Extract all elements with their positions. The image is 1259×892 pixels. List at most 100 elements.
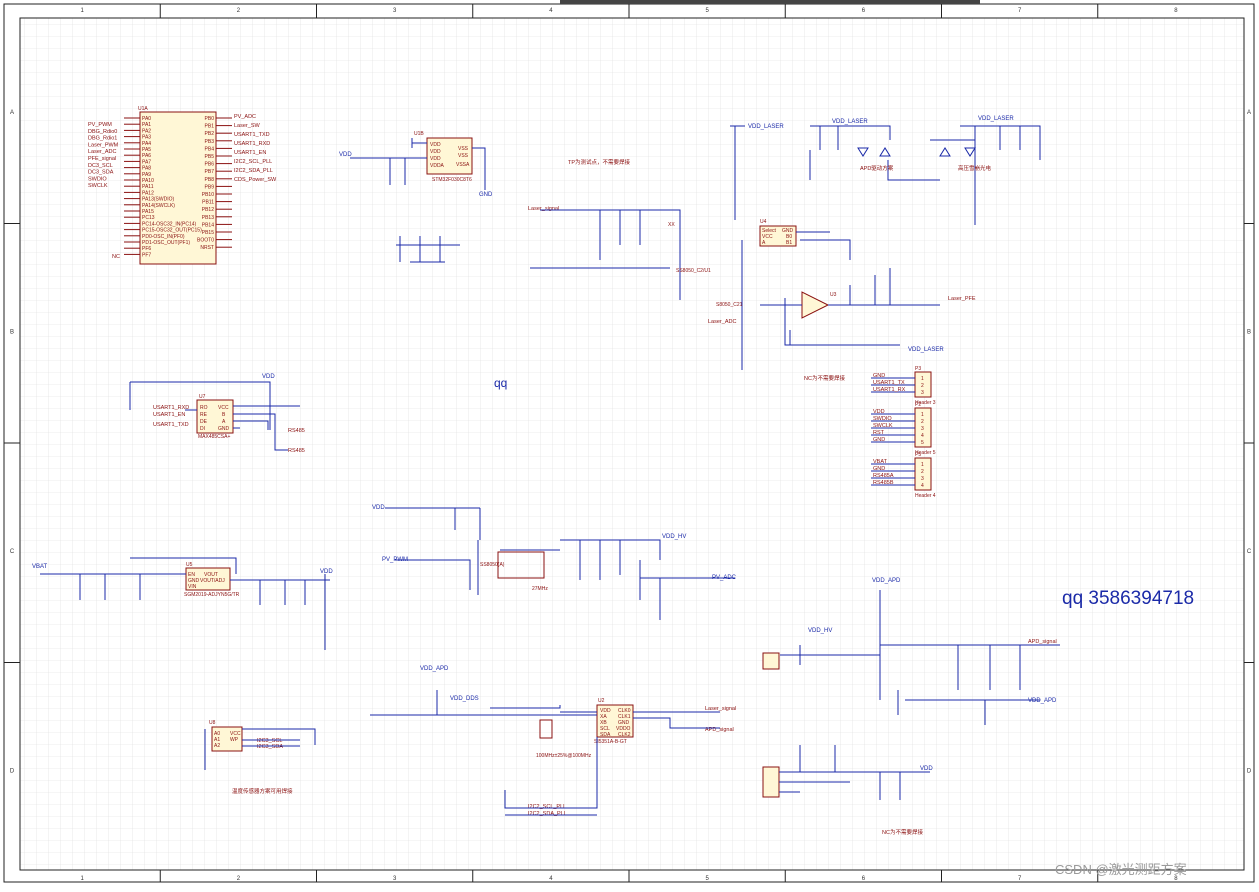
header-net: VDD (873, 409, 885, 415)
header-pin-number: 3 (921, 476, 924, 482)
transistor-label: SS8050(A) (480, 562, 505, 568)
mcu-pin-name: PB0 (205, 116, 215, 122)
mcu-net-label: USART1_RXD (234, 141, 270, 147)
u7-ref: U7 (199, 394, 206, 400)
note-tp: TP为测试点，不需要焊接 (568, 158, 631, 166)
net-vdd-apd: VDD_APD (420, 666, 449, 672)
u5-pin: VIN (188, 584, 197, 590)
mcu-pin-name: PA15 (142, 209, 154, 215)
u1b-part: STM32F030C8T6 (432, 177, 472, 183)
net-pv-pwm: PV_PWM (382, 557, 408, 563)
bav99-label: 27MHz (532, 586, 548, 592)
mcu-pin-name: PA11 (142, 184, 154, 190)
net-vdd: VDD (339, 152, 352, 158)
header-net: VBAT (873, 459, 888, 465)
mcu-net-label: PV_PWM (88, 122, 112, 128)
transistor-label: SS8050_C2/U1 (676, 268, 711, 274)
u5-part: SGM2019-ADJYN5G/TR (184, 592, 240, 598)
u4-ref: U4 (760, 219, 767, 225)
u3-ref: U3 (830, 292, 837, 298)
note-nc: NC为不需要焊接 (804, 374, 845, 382)
net-vdd-apd: VDD_APD (1028, 698, 1057, 704)
net-vdd-dds: VDD_DDS (450, 696, 479, 702)
net-label: I2C2_SDA_PLL (528, 811, 567, 817)
mcu-pin-name: PB4 (205, 146, 215, 152)
u1b-pin: VDD (430, 156, 441, 162)
u5-pin: VOUT/ADJ (200, 578, 225, 584)
u5-ref: U5 (186, 562, 193, 568)
mcu-net-label: SWDIO (88, 176, 107, 182)
mcu-pin-name: PA5 (142, 147, 151, 153)
mcu-net-label: SWCLK (88, 183, 108, 189)
header-net: SWDIO (873, 416, 892, 422)
net-label: Laser_PFE (948, 296, 976, 302)
mcu-pin-name: PB13 (202, 215, 214, 221)
header-pin-number: 4 (921, 433, 924, 439)
u7-pin: DE (200, 419, 208, 425)
net-vdd-hv: VDD_HV (662, 534, 686, 540)
net-vdd: VDD (262, 374, 275, 380)
header-pin-number: 2 (921, 469, 924, 475)
mcu-pin-name: PA9 (142, 172, 151, 178)
u4-pin: B1 (786, 240, 792, 246)
u7-pin: GND (218, 426, 230, 432)
mcu-pin-name: PC14-OSC32_IN(PC14) (142, 221, 197, 227)
mcu-ref: U1A (138, 106, 148, 112)
mcu-pin-name: PA10 (142, 178, 154, 184)
mcu-pin-name: PA2 (142, 128, 151, 134)
mcu-net-label: PFE_signal (88, 156, 116, 162)
crystal-label: 100MHz±25%@100MHz (536, 753, 592, 759)
u8-pin: A2 (214, 743, 220, 749)
mcu-pin-name: PB7 (205, 169, 215, 175)
header-net: GND (873, 437, 885, 443)
u1b-pin: VDD (430, 149, 441, 155)
mcu-net-label: I2C2_SDA_PLL (234, 168, 273, 174)
u8-ref: U8 (209, 720, 216, 726)
zone-label-left: C (10, 549, 15, 555)
mcu-pin-name: PB11 (202, 200, 214, 206)
net-label: APD_signal (1028, 639, 1057, 645)
header-pin-number: 1 (921, 376, 924, 382)
header-pin-number: 2 (921, 419, 924, 425)
header-net: USART1_TX (873, 380, 905, 386)
connector-p2 (762, 766, 780, 798)
header-pin-number: 4 (921, 483, 924, 489)
zone-label-right: A (1247, 110, 1251, 116)
mcu-pin-name: PC13 (142, 215, 155, 221)
u2-part: SI5351A-B-GT (594, 739, 627, 745)
mcu-pin-name: PA12 (142, 190, 154, 196)
header-pin-number: 1 (921, 462, 924, 468)
net-gnd: GND (479, 192, 493, 198)
u2-pin: CLK2 (618, 732, 631, 738)
header-ref: P2 (915, 402, 921, 408)
mcu-net-label: PV_ADC (234, 114, 256, 120)
net-vdd-hv: VDD_HV (808, 628, 832, 634)
mcu-net-label: Laser_SW (234, 123, 260, 129)
net-pv-adc: PV_ADC (712, 575, 737, 581)
u1b-pin: VSS (458, 146, 469, 152)
mcu-pin-name: PF7 (142, 252, 151, 258)
header-net: SWCLK (873, 423, 893, 429)
watermark: CSDN @激光测距方案 (1055, 862, 1187, 877)
net-label: RS485 (288, 448, 305, 454)
net-vdd-apd: VDD_APD (872, 578, 901, 584)
net-label: I2C2_SCL_PLL (528, 804, 566, 810)
net-label: Laser_signal (705, 706, 736, 712)
transistor-label: S8050_C21 (716, 302, 743, 308)
net-label: Laser_signal (528, 206, 559, 212)
net-label: USART1_RXD (153, 405, 189, 411)
mcu-pin-name: PB9 (205, 184, 215, 190)
note-laser: 高压雪崩光电 (958, 164, 992, 172)
qq-mark: qq (494, 376, 507, 390)
qq-number: qq 3586394718 (1062, 588, 1194, 609)
mcu-net-label: DBG_Rdio1 (88, 136, 117, 142)
mcu-net-label: USART1_TXD (234, 132, 270, 138)
mcu-net-label: Laser_ADC (88, 149, 116, 155)
mcu-net-label: DC3_SDA (88, 170, 114, 176)
mcu-pin-name: BOOT0 (197, 238, 214, 244)
mcu-pin-name: PA13(SWDIO) (142, 197, 174, 203)
u1b-pin: VSS (458, 153, 469, 159)
mcu-pin-name: PB10 (202, 192, 214, 198)
u7-pin: DI (200, 426, 205, 432)
mcu-pin-name: PC15-OSC32_OUT(PC15) (142, 228, 202, 234)
